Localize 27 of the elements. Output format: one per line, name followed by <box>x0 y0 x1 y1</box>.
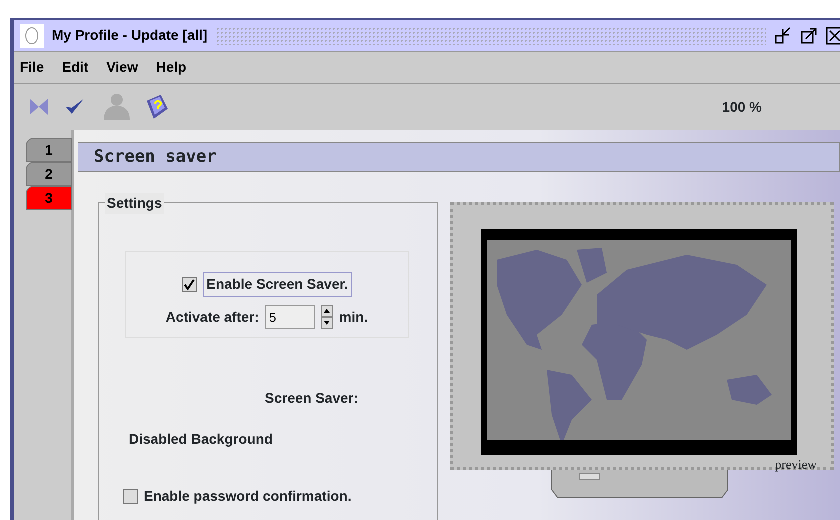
field-label: Activate after: <box>166 308 260 326</box>
checkbox[interactable] <box>182 277 197 292</box>
menu-item[interactable]: Help <box>156 57 187 78</box>
maximize-icon[interactable] <box>800 26 818 44</box>
menu-item[interactable]: File <box>20 57 44 78</box>
unit-label: min. <box>339 308 368 326</box>
tab[interactable]: 1 <box>26 138 72 162</box>
group-legend: Settings <box>105 193 164 214</box>
tab[interactable]: 3 <box>26 186 72 210</box>
help-book-icon[interactable] <box>144 93 170 121</box>
field-label: Screen Saver: <box>265 389 358 408</box>
section-header: Screen saver <box>78 142 840 172</box>
menu-item[interactable]: View <box>106 57 138 78</box>
checkbox-label[interactable]: Enable password confirmation. <box>144 486 352 507</box>
menu-item[interactable]: Edit <box>62 57 89 78</box>
app-icon <box>20 24 44 48</box>
window-title: My Profile - Update [all] <box>52 26 208 45</box>
restore-icon[interactable] <box>774 26 792 44</box>
checkbox[interactable] <box>123 489 138 504</box>
spinner-arrows-icon[interactable] <box>321 305 334 329</box>
tab[interactable]: 2 <box>26 162 72 186</box>
number-field[interactable]: 5 <box>265 305 316 329</box>
close-icon[interactable] <box>826 26 840 44</box>
field-value: Disabled Background <box>129 430 273 449</box>
preview-caption: preview <box>775 457 817 472</box>
checkbox-label[interactable]: Enable Screen Saver. <box>202 272 352 297</box>
zoom-level: 100 % <box>722 98 762 116</box>
